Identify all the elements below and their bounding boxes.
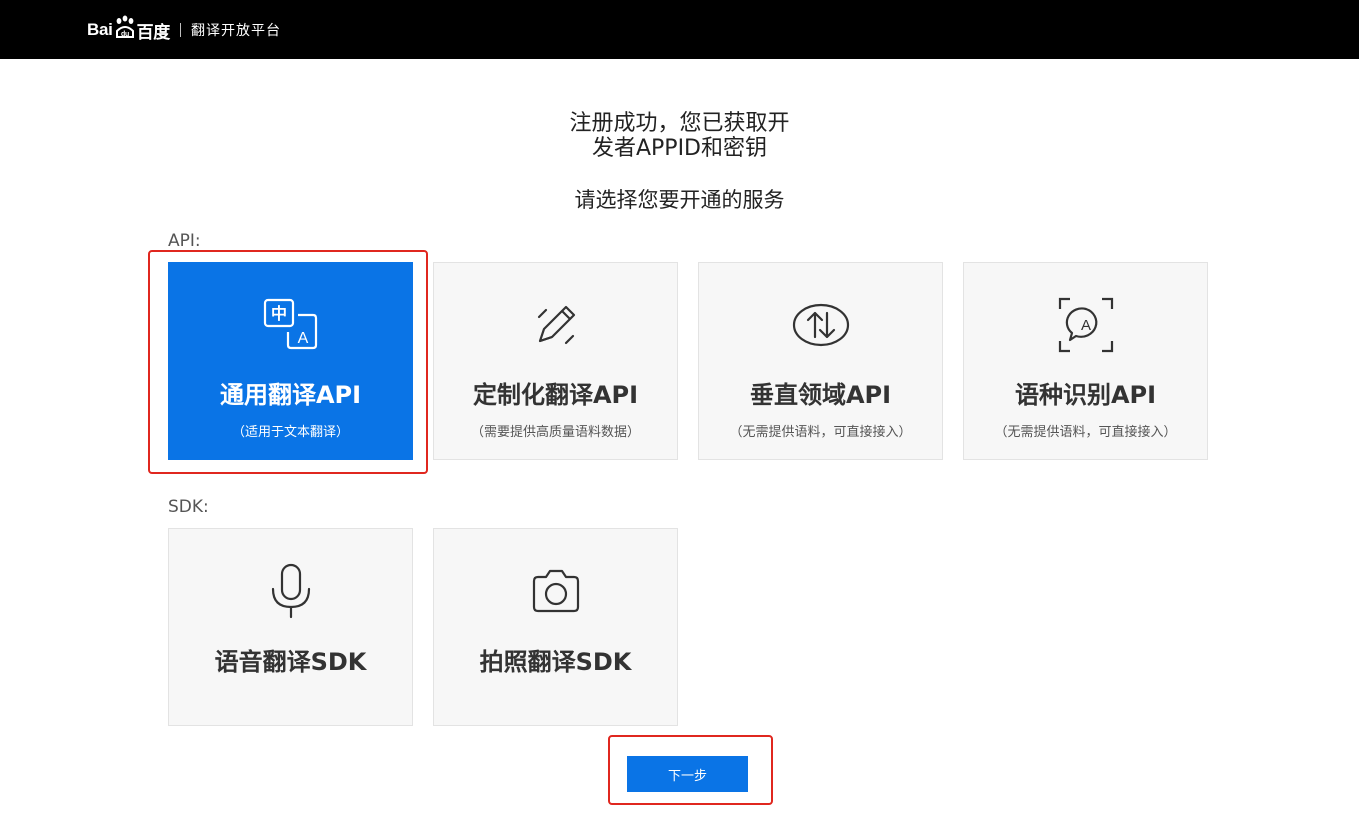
svg-text:du: du xyxy=(121,31,129,38)
top-navbar: Bai du 百度 翻译开放平台 xyxy=(0,0,1359,59)
sdk-section-label: SDK: xyxy=(168,497,209,517)
sdk-card-speech-translation[interactable]: 语音翻译SDK xyxy=(168,528,413,726)
baidu-logo: Bai du 百度 xyxy=(87,15,170,43)
service-prompt: 请选择您要开通的服务 xyxy=(574,188,785,212)
api-card-language-detection[interactable]: A 语种识别API （无需提供语料，可直接接入） xyxy=(963,262,1208,460)
api-card-desc: （无需提供语料，可直接接入） xyxy=(729,425,912,440)
paw-icon: du xyxy=(115,15,134,38)
sdk-card-title: 语音翻译SDK xyxy=(214,648,367,676)
brand-divider xyxy=(179,23,181,37)
success-message-line1: 注册成功，您已获取开 xyxy=(569,111,790,136)
api-card-desc: （需要提供高质量语料数据） xyxy=(470,425,640,440)
success-message: 注册成功，您已获取开 发者APPID和密钥 xyxy=(0,111,1359,161)
microphone-icon xyxy=(271,563,310,619)
success-message-line2: 发者APPID和密钥 xyxy=(591,136,767,161)
api-card-title: 定制化翻译API xyxy=(472,381,639,409)
pencil-edit-icon xyxy=(537,305,575,345)
api-section-label: API: xyxy=(168,231,201,251)
sdk-card-photo-translation[interactable]: 拍照翻译SDK xyxy=(433,528,678,726)
brand[interactable]: Bai du 百度 翻译开放平台 xyxy=(87,13,281,47)
language-detect-icon: A xyxy=(1058,297,1113,353)
api-card-custom-translation[interactable]: 定制化翻译API （需要提供高质量语料数据） xyxy=(433,262,678,460)
next-step-button[interactable]: 下一步 xyxy=(627,756,748,792)
sdk-card-title: 拍照翻译SDK xyxy=(479,648,632,676)
camera-icon xyxy=(532,569,579,613)
api-card-title: 垂直领域API xyxy=(749,381,892,409)
selection-highlight-box xyxy=(148,250,428,474)
up-down-arrows-icon xyxy=(792,303,849,347)
platform-name: 翻译开放平台 xyxy=(190,23,281,39)
api-card-vertical-domain[interactable]: 垂直领域API （无需提供语料，可直接接入） xyxy=(698,262,943,460)
api-card-desc: （无需提供语料，可直接接入） xyxy=(994,425,1177,440)
api-card-title: 语种识别API xyxy=(1014,381,1157,409)
svg-text:A: A xyxy=(1080,317,1090,334)
